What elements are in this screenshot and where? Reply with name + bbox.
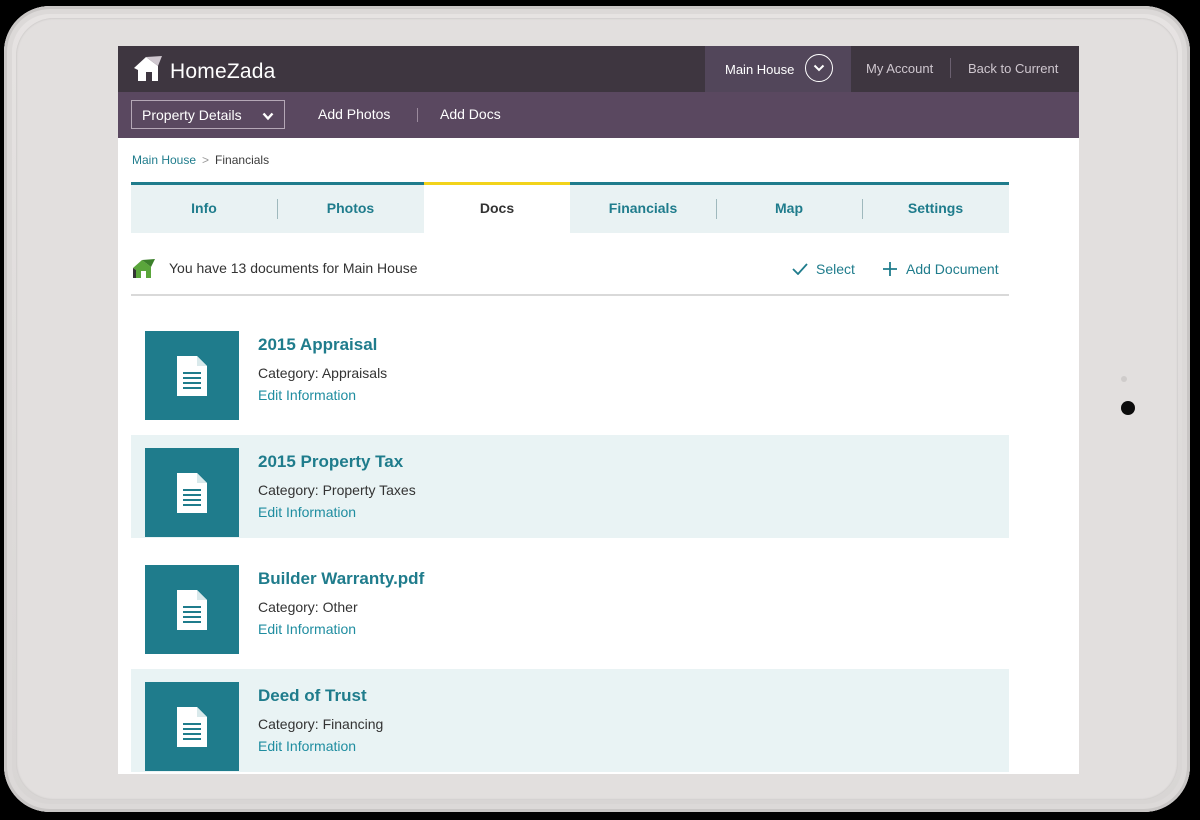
plus-icon bbox=[883, 262, 897, 276]
tab-divider bbox=[862, 199, 863, 219]
document-thumbnail[interactable] bbox=[145, 565, 239, 654]
list-item[interactable]: 2015 Appraisal Category: Appraisals Edit… bbox=[131, 318, 1009, 421]
select-label: Select bbox=[816, 261, 855, 277]
sub-divider bbox=[417, 108, 418, 122]
app-logo[interactable]: HomeZada bbox=[132, 54, 275, 89]
documents-summary: You have 13 documents for Main House Sel… bbox=[131, 254, 1009, 296]
tab-map[interactable]: Map bbox=[716, 182, 862, 233]
list-item[interactable]: Deed of Trust Category: Financing Edit I… bbox=[131, 669, 1009, 772]
top-nav-bar: HomeZada Main House My Account Back to C… bbox=[118, 46, 1079, 92]
list-item[interactable]: 2015 Property Tax Category: Property Tax… bbox=[131, 435, 1009, 538]
document-thumbnail[interactable] bbox=[145, 448, 239, 537]
edit-information-link[interactable]: Edit Information bbox=[258, 504, 356, 520]
document-thumbnail[interactable] bbox=[145, 682, 239, 771]
list-item[interactable]: Builder Warranty.pdf Category: Other Edi… bbox=[131, 552, 1009, 655]
add-photos-link[interactable]: Add Photos bbox=[318, 106, 390, 122]
tab-docs[interactable]: Docs bbox=[424, 182, 570, 233]
tab-info[interactable]: Info bbox=[131, 182, 277, 233]
add-document-label: Add Document bbox=[906, 261, 999, 277]
document-icon bbox=[177, 706, 207, 747]
top-divider bbox=[950, 58, 951, 78]
tab-financials[interactable]: Financials bbox=[570, 182, 716, 233]
document-thumbnail[interactable] bbox=[145, 331, 239, 420]
app-screen: HomeZada Main House My Account Back to C… bbox=[118, 46, 1079, 774]
tab-bar: Info Photos Docs Financials Map Settings bbox=[131, 182, 1009, 233]
edit-information-link[interactable]: Edit Information bbox=[258, 387, 356, 403]
chevron-down-icon[interactable] bbox=[805, 54, 833, 82]
add-docs-link[interactable]: Add Docs bbox=[440, 106, 501, 122]
sub-nav-bar: Property Details Add Photos Add Docs bbox=[118, 92, 1079, 138]
my-account-link[interactable]: My Account bbox=[866, 61, 933, 76]
document-category: Category: Other bbox=[258, 599, 358, 615]
document-category: Category: Property Taxes bbox=[258, 482, 416, 498]
document-icon bbox=[177, 472, 207, 513]
breadcrumb-current: Financials bbox=[215, 153, 270, 167]
document-title[interactable]: 2015 Property Tax bbox=[258, 452, 403, 472]
edit-information-link[interactable]: Edit Information bbox=[258, 738, 356, 754]
property-details-label: Property Details bbox=[142, 107, 242, 123]
document-title[interactable]: Builder Warranty.pdf bbox=[258, 569, 424, 589]
tab-divider bbox=[716, 199, 717, 219]
select-button[interactable]: Select bbox=[792, 261, 855, 277]
document-title[interactable]: Deed of Trust bbox=[258, 686, 367, 706]
property-details-dropdown[interactable]: Property Details bbox=[131, 100, 285, 129]
breadcrumb: Main House > Financials bbox=[132, 153, 269, 167]
breadcrumb-main-house[interactable]: Main House bbox=[132, 153, 196, 167]
property-selector[interactable]: Main House bbox=[705, 46, 851, 92]
edit-information-link[interactable]: Edit Information bbox=[258, 621, 356, 637]
tab-settings[interactable]: Settings bbox=[862, 182, 1009, 233]
check-icon bbox=[792, 263, 808, 275]
document-category: Category: Financing bbox=[258, 716, 384, 732]
house-logo-icon bbox=[132, 54, 164, 89]
chevron-down-icon bbox=[262, 108, 274, 124]
document-icon bbox=[177, 355, 207, 396]
house-icon bbox=[131, 257, 157, 281]
property-selector-label: Main House bbox=[725, 62, 795, 77]
documents-count-text: You have 13 documents for Main House bbox=[169, 260, 418, 276]
add-document-button[interactable]: Add Document bbox=[882, 261, 999, 277]
back-to-current-link[interactable]: Back to Current bbox=[968, 61, 1058, 76]
tablet-sensor bbox=[1121, 376, 1127, 382]
tab-divider bbox=[277, 199, 278, 219]
document-icon bbox=[177, 589, 207, 630]
tab-photos[interactable]: Photos bbox=[277, 182, 424, 233]
document-title[interactable]: 2015 Appraisal bbox=[258, 335, 377, 355]
app-name: HomeZada bbox=[170, 59, 276, 83]
document-category: Category: Appraisals bbox=[258, 365, 388, 381]
tablet-home-button bbox=[1121, 401, 1135, 415]
breadcrumb-separator: > bbox=[202, 153, 210, 167]
